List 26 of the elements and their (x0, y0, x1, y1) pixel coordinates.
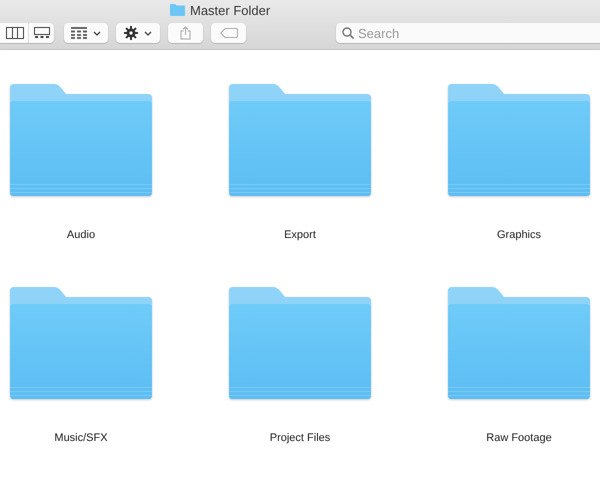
folder-name[interactable]: Graphics (496, 229, 542, 241)
search-field[interactable]: Search (336, 23, 600, 43)
folder-icon (448, 84, 590, 196)
action-button[interactable] (116, 23, 160, 43)
view-segmented-control[interactable] (0, 23, 54, 43)
folder-name[interactable]: Raw Footage (486, 432, 552, 444)
caret-icon (93, 30, 101, 36)
folder-icon (10, 84, 152, 196)
folder-name[interactable]: Export (284, 229, 316, 241)
arrange-button[interactable] (64, 23, 108, 43)
folder-name[interactable]: Project Files (270, 432, 330, 444)
grid-icon (71, 27, 87, 39)
gear-icon (124, 26, 138, 40)
folder-name[interactable]: Music/SFX (54, 432, 108, 444)
tag-icon (220, 28, 238, 38)
gallery-view-icon[interactable] (34, 27, 50, 39)
share-icon (180, 26, 191, 40)
folder-icon (448, 287, 590, 399)
window-title: Master Folder (190, 2, 270, 18)
caret-icon (144, 30, 152, 36)
folder-icon (229, 287, 371, 399)
folder-icon (10, 287, 152, 399)
folder-name[interactable]: Audio (66, 229, 96, 241)
folder-icon (170, 4, 185, 16)
folder-icon (229, 84, 371, 196)
columns-view-icon[interactable] (6, 27, 24, 39)
